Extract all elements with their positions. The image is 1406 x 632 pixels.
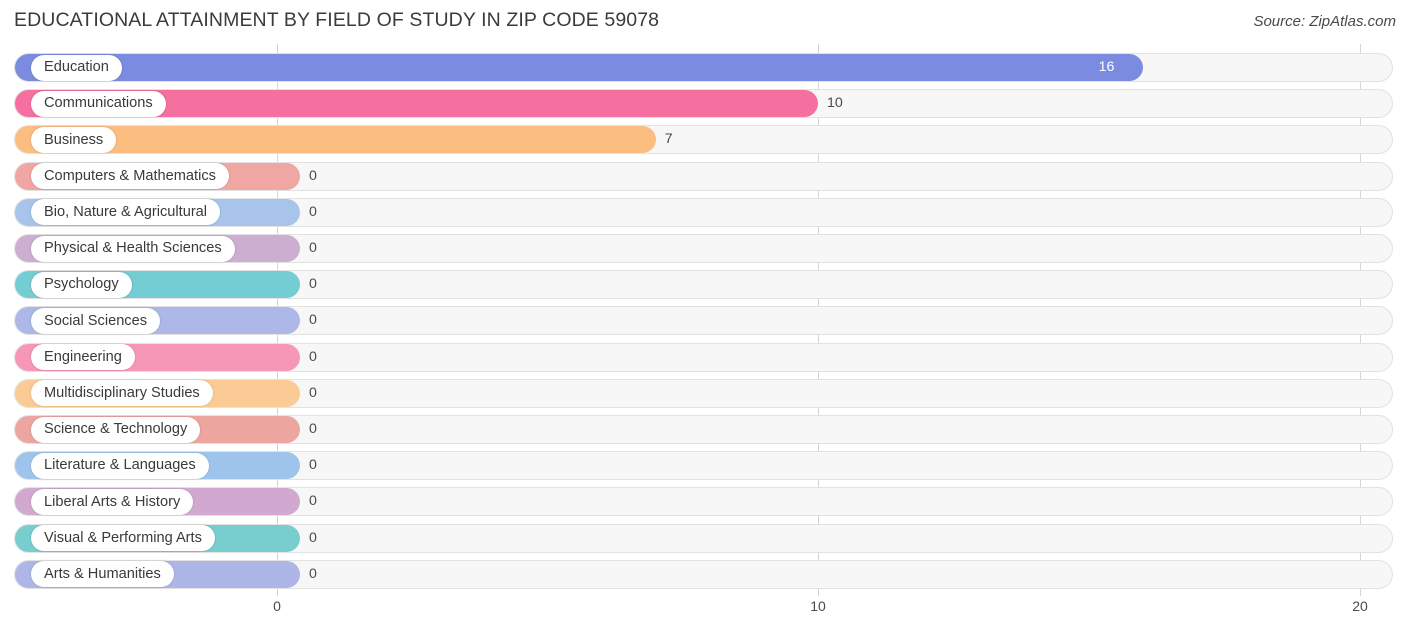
value-label: 7 (664, 131, 673, 148)
category-label: Education (44, 59, 109, 76)
category-label-plate: Science & Technology (31, 416, 201, 443)
category-label: Communications (44, 95, 153, 112)
chart-header: EDUCATIONAL ATTAINMENT BY FIELD OF STUDY… (0, 0, 1406, 44)
bar-row: Social Sciences 0 (0, 303, 1406, 339)
category-label: Business (44, 131, 104, 148)
category-label: Science & Technology (44, 421, 188, 438)
category-label-plate: Visual & Performing Arts (31, 525, 215, 552)
page-title: EDUCATIONAL ATTAINMENT BY FIELD OF STUDY… (14, 9, 660, 31)
value-label: 0 (309, 384, 317, 401)
bar-row: Physical & Health Sciences 0 (0, 231, 1406, 267)
bar-row: Computers & Mathematics 0 (0, 159, 1406, 195)
category-label-plate: Psychology (31, 271, 132, 298)
value-bar[interactable] (15, 54, 1143, 81)
bar-row: Psychology 0 (0, 267, 1406, 303)
category-label-plate: Engineering (31, 344, 135, 371)
category-label-plate: Literature & Languages (31, 452, 209, 479)
category-label: Literature & Languages (44, 457, 196, 474)
category-label-plate: Business (31, 126, 117, 153)
bar-row: Arts & Humanities 0 (0, 557, 1406, 593)
bar-row: Engineering 0 (0, 340, 1406, 376)
category-label: Bio, Nature & Agricultural (44, 204, 208, 220)
bar-row: Multidisciplinary Studies 0 (0, 376, 1406, 412)
category-label: Arts & Humanities (44, 566, 161, 582)
bar-row: Visual & Performing Arts 0 (0, 521, 1406, 557)
chart-container: EDUCATIONAL ATTAINMENT BY FIELD OF STUDY… (0, 0, 1406, 632)
value-label: 0 (309, 167, 317, 184)
category-label: Liberal Arts & History (44, 493, 181, 510)
x-axis-tick-label: 10 (810, 598, 826, 614)
category-label: Computers & Mathematics (44, 167, 216, 184)
category-label: Social Sciences (44, 312, 148, 329)
value-label: 16 (1098, 59, 1115, 75)
x-axis-tick-label: 20 (1352, 598, 1368, 614)
plot-area: Education 16 Communications 10 Business 7 Comp… (0, 44, 1406, 596)
category-label-plate: Physical & Health Sciences (31, 235, 235, 262)
value-label: 10 (827, 95, 843, 112)
bar-row: Communications 10 (0, 86, 1406, 122)
category-label: Engineering (44, 348, 122, 365)
category-label: Multidisciplinary Studies (44, 385, 200, 401)
category-label-plate: Liberal Arts & History (31, 488, 194, 515)
value-label: 0 (309, 203, 317, 220)
category-label: Visual & Performing Arts (44, 529, 202, 546)
bar-row: Bio, Nature & Agricultural 0 (0, 195, 1406, 231)
category-label-plate: Bio, Nature & Agricultural (31, 199, 221, 226)
bar-row: Business 7 (0, 122, 1406, 158)
value-label: 0 (309, 529, 317, 546)
value-label: 0 (309, 312, 317, 329)
bar-row: Literature & Languages 0 (0, 448, 1406, 484)
value-label: 0 (309, 457, 317, 474)
bar-row: Education 16 (0, 50, 1406, 86)
source-attribution: Source: ZipAtlas.com (1253, 13, 1396, 30)
category-label-plate: Multidisciplinary Studies (31, 380, 213, 407)
value-label: 0 (309, 276, 317, 293)
value-label: 0 (309, 493, 317, 510)
bar-rows: Education 16 Communications 10 Business 7 Comp… (0, 44, 1406, 596)
value-label: 0 (309, 348, 317, 365)
x-axis: 0 10 20 (0, 596, 1406, 632)
category-label-plate: Social Sciences (31, 307, 161, 334)
value-label: 0 (309, 565, 317, 582)
category-label: Psychology (44, 276, 119, 293)
value-label: 0 (309, 240, 317, 256)
value-label: 0 (309, 421, 317, 437)
category-label-plate: Computers & Mathematics (31, 163, 229, 190)
category-label: Physical & Health Sciences (44, 240, 222, 257)
bar-row: Liberal Arts & History 0 (0, 484, 1406, 520)
category-label-plate: Arts & Humanities (31, 561, 174, 588)
bar-row: Science & Technology 0 (0, 412, 1406, 448)
category-label-plate: Education (31, 54, 122, 81)
category-label-plate: Communications (31, 90, 166, 117)
x-axis-tick-label: 0 (273, 598, 281, 614)
